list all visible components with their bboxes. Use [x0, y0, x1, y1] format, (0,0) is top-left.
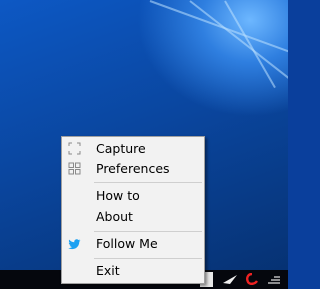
- capture-menu-item[interactable]: Capture: [62, 139, 204, 159]
- menu-separator: [94, 231, 202, 232]
- send-icon[interactable]: [222, 273, 238, 285]
- menu-item-label: How to: [96, 188, 140, 203]
- menu-item-label: About: [96, 209, 133, 224]
- about-menu-item[interactable]: About: [62, 207, 204, 227]
- preferences-menu-item[interactable]: Preferences: [62, 159, 204, 179]
- light-beam: [149, 0, 288, 57]
- light-beam: [189, 0, 288, 82]
- network-icon[interactable]: [266, 273, 282, 285]
- grid-icon: [68, 162, 81, 175]
- context-menu: Capture Preferences How to About Follow …: [61, 136, 205, 284]
- capture-bracket-icon: [68, 142, 81, 155]
- menu-separator: [94, 258, 202, 259]
- twitter-bird-icon: [68, 239, 81, 250]
- menu-item-label: Preferences: [96, 161, 170, 176]
- antivirus-icon[interactable]: [245, 273, 259, 285]
- menu-item-label: Exit: [96, 263, 120, 278]
- menu-item-label: Capture: [96, 141, 146, 156]
- how-to-menu-item[interactable]: How to: [62, 186, 204, 206]
- menu-separator: [94, 182, 202, 183]
- follow-me-menu-item[interactable]: Follow Me: [62, 234, 204, 254]
- menu-item-label: Follow Me: [96, 236, 158, 251]
- exit-menu-item[interactable]: Exit: [62, 261, 204, 281]
